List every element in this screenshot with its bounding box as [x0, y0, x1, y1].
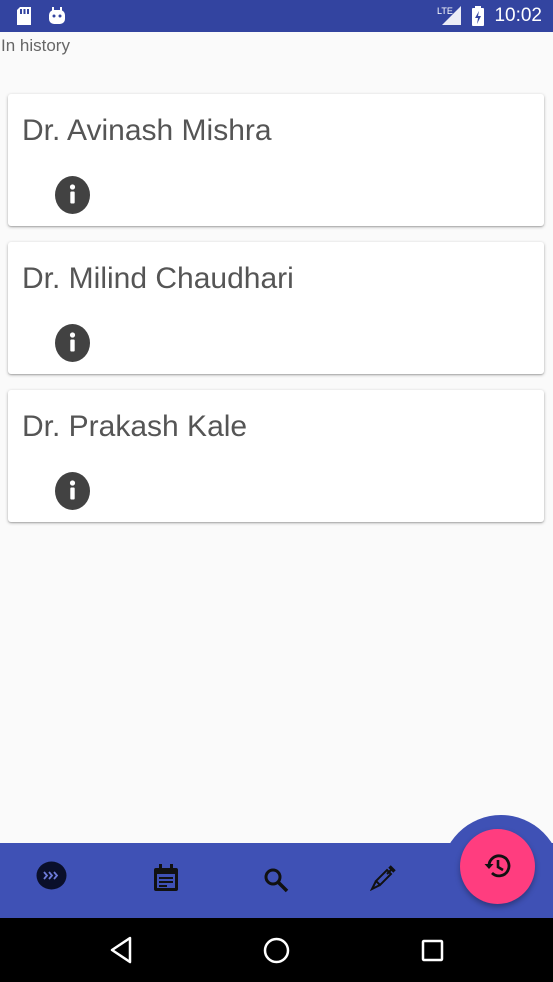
history-fab-button[interactable] — [460, 829, 535, 904]
system-nav-bar — [0, 918, 553, 982]
info-icon[interactable] — [55, 176, 90, 214]
sd-card-icon — [14, 6, 34, 31]
search-icon[interactable] — [263, 867, 289, 898]
status-bar: LTE 10:02 — [0, 0, 553, 32]
syringe-icon[interactable] — [369, 863, 398, 896]
android-icon — [47, 6, 67, 31]
doctor-card[interactable]: Dr. Milind Chaudhari — [8, 242, 544, 374]
doctor-card[interactable]: Dr. Avinash Mishra — [8, 94, 544, 226]
clock-time: 10:02 — [494, 5, 542, 26]
calendar-icon[interactable] — [153, 864, 179, 897]
history-label: In history — [1, 36, 70, 55]
history-icon — [484, 854, 511, 878]
doctor-card[interactable]: Dr. Prakash Kale — [8, 390, 544, 522]
network-type-label: LTE — [437, 6, 453, 16]
home-icon[interactable] — [263, 937, 290, 969]
doctor-name: Dr. Avinash Mishra — [22, 114, 272, 147]
info-icon[interactable] — [55, 472, 90, 510]
signal-icon: LTE — [437, 4, 463, 31]
recents-icon[interactable] — [421, 939, 444, 967]
forward-icon[interactable] — [36, 861, 67, 895]
back-icon[interactable] — [109, 936, 133, 969]
doctor-name: Dr. Prakash Kale — [22, 410, 248, 443]
battery-charging-icon — [471, 5, 485, 32]
doctor-name: Dr. Milind Chaudhari — [22, 262, 294, 295]
info-icon[interactable] — [55, 324, 90, 362]
